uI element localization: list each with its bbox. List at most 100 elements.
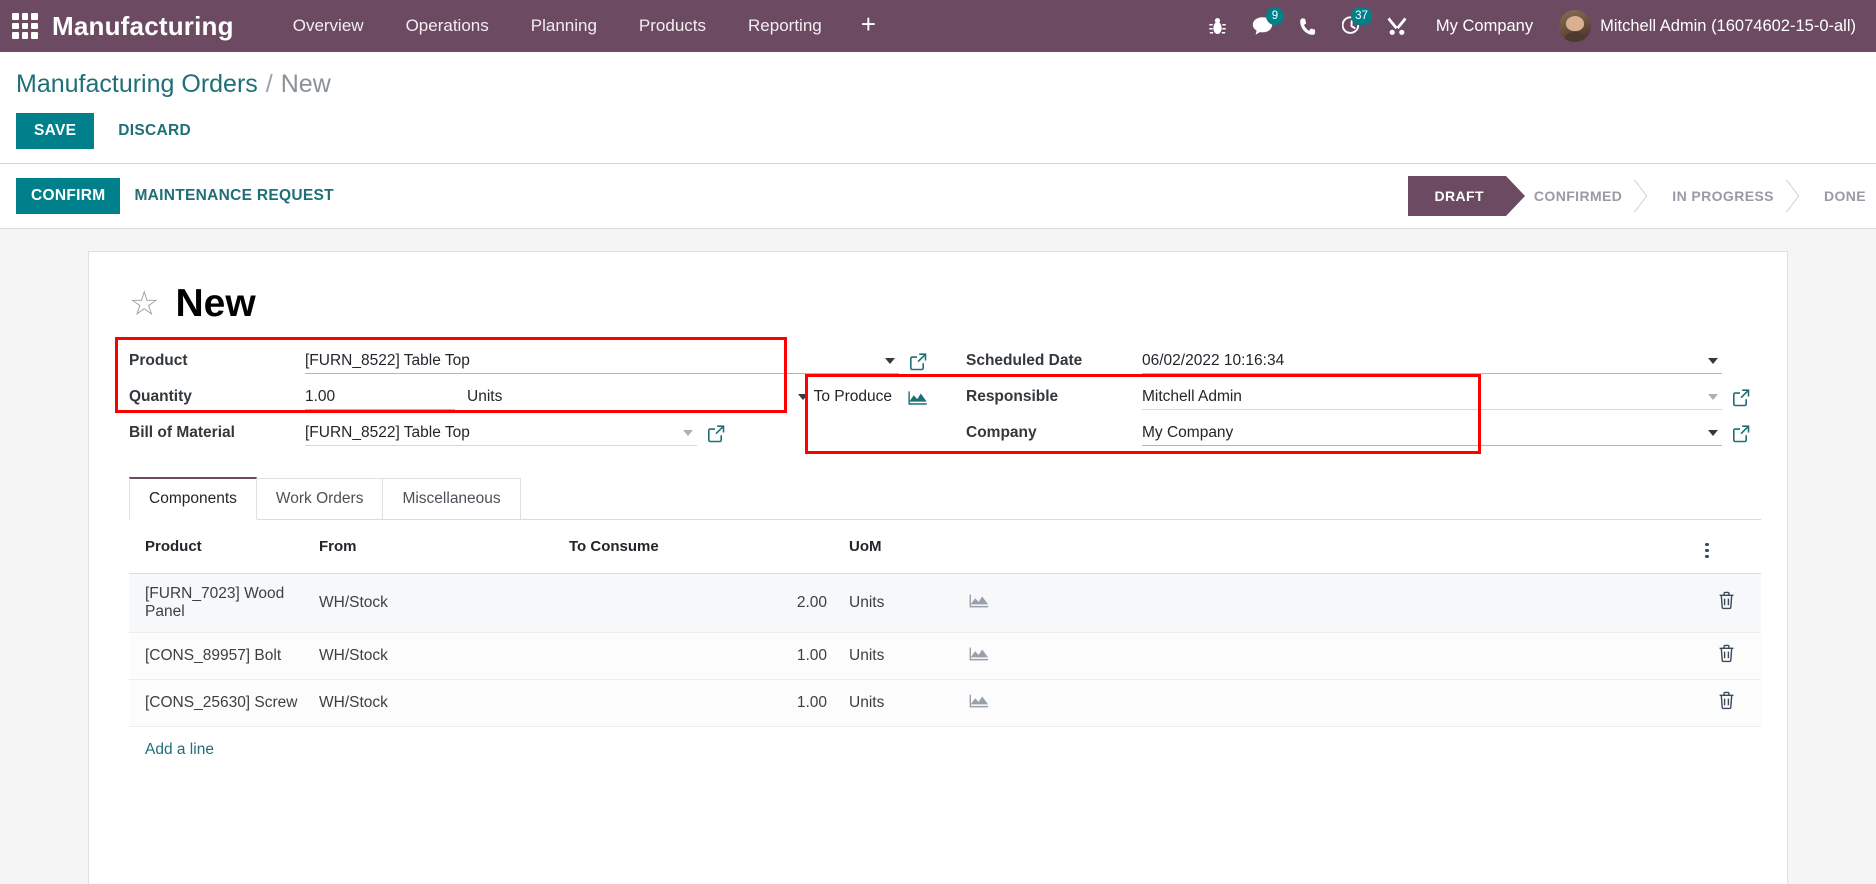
product-value[interactable]: [FURN_8522] Table Top — [305, 352, 879, 370]
quantity-field[interactable]: 1.00 — [305, 384, 455, 410]
responsible-internal-link-icon[interactable] — [1732, 388, 1751, 407]
bill-of-material-field[interactable]: [FURN_8522] Table Top — [305, 420, 697, 446]
column-header-forecast — [969, 520, 1299, 574]
quantity-value[interactable]: 1.00 — [305, 388, 451, 406]
trash-icon[interactable] — [1718, 644, 1735, 667]
row-uom[interactable]: Units — [849, 573, 969, 633]
vertical-dots-icon[interactable] — [1699, 541, 1715, 561]
maintenance-request-button[interactable]: MAINTENANCE REQUEST — [120, 178, 347, 214]
nav-item-reporting[interactable]: Reporting — [727, 6, 843, 46]
field-row-company: Company My Company — [952, 415, 1751, 451]
row-spacer — [1299, 632, 1699, 680]
responsible-label: Responsible — [966, 388, 1059, 405]
field-row-scheduled-date: Scheduled Date 06/02/2022 10:16:34 — [952, 343, 1751, 379]
company-field[interactable]: My Company — [1142, 420, 1722, 446]
column-header-product: Product — [129, 520, 319, 574]
status-step-draft[interactable]: DRAFT — [1408, 176, 1526, 216]
row-product[interactable]: [FURN_7023] Wood Panel — [129, 573, 319, 633]
messages-icon[interactable]: 9 — [1239, 7, 1286, 43]
avatar — [1559, 10, 1592, 42]
table-row[interactable]: [CONS_89957] Bolt WH/Stock 1.00 Units — [129, 632, 1761, 680]
phone-icon[interactable] — [1286, 9, 1329, 43]
developer-tools-icon[interactable] — [1374, 9, 1420, 43]
row-product[interactable]: [CONS_25630] Screw — [129, 679, 319, 727]
nav-item-overview[interactable]: Overview — [272, 6, 385, 46]
confirm-button[interactable]: CONFIRM — [16, 178, 121, 214]
nav-item-products[interactable]: Products — [618, 6, 727, 46]
row-delete-cell[interactable] — [1699, 679, 1761, 727]
area-chart-icon[interactable] — [969, 647, 990, 666]
column-header-from: From — [319, 520, 569, 574]
row-forecast-cell[interactable] — [969, 632, 1299, 680]
company-value[interactable]: My Company — [1142, 424, 1702, 442]
debug-bug-icon[interactable] — [1196, 9, 1239, 43]
user-name-label: Mitchell Admin (16074602-15-0-all) — [1600, 16, 1856, 35]
row-uom[interactable]: Units — [849, 679, 969, 727]
table-row[interactable]: [CONS_25630] Screw WH/Stock 1.00 Units — [129, 679, 1761, 727]
scheduled-date-value[interactable]: 06/02/2022 10:16:34 — [1142, 352, 1702, 370]
row-forecast-cell[interactable] — [969, 573, 1299, 633]
responsible-field[interactable]: Mitchell Admin — [1142, 384, 1722, 410]
status-step-done[interactable]: DONE — [1796, 176, 1876, 216]
row-product[interactable]: [CONS_89957] Bolt — [129, 632, 319, 680]
app-brand-title[interactable]: Manufacturing — [52, 11, 234, 42]
tab-work-orders[interactable]: Work Orders — [255, 478, 384, 520]
active-company-name[interactable]: My Company — [1420, 9, 1549, 44]
tab-components[interactable]: Components — [129, 477, 257, 520]
tabs-filler — [519, 519, 1761, 520]
trash-icon[interactable] — [1718, 691, 1735, 714]
row-delete-cell[interactable] — [1699, 632, 1761, 680]
user-menu[interactable]: Mitchell Admin (16074602-15-0-all) — [1549, 6, 1862, 46]
to-produce-label: To Produce — [813, 388, 892, 405]
add-a-line-button[interactable]: Add a line — [129, 727, 214, 773]
nav-item-operations[interactable]: Operations — [385, 6, 510, 46]
scheduled-date-chevron-down-icon[interactable] — [1708, 357, 1718, 364]
area-chart-icon[interactable] — [969, 594, 990, 613]
row-from[interactable]: WH/Stock — [319, 679, 569, 727]
status-step-confirmed[interactable]: CONFIRMED — [1506, 176, 1644, 216]
quantity-label: Quantity — [129, 388, 192, 405]
quantity-forecast-area-chart-icon[interactable] — [908, 389, 928, 406]
status-step-in-progress[interactable]: IN PROGRESS — [1644, 176, 1796, 216]
scheduled-date-field[interactable]: 06/02/2022 10:16:34 — [1142, 348, 1722, 374]
row-uom[interactable]: Units — [849, 632, 969, 680]
nav-item-planning[interactable]: Planning — [510, 6, 618, 46]
row-from[interactable]: WH/Stock — [319, 573, 569, 633]
product-internal-link-icon[interactable] — [909, 352, 928, 371]
discard-button[interactable]: DISCARD — [104, 113, 205, 149]
company-chevron-down-icon[interactable] — [1708, 429, 1718, 436]
form-sheet: ☆ New Product [FURN_8522] Table Top Quan… — [88, 251, 1788, 884]
activities-clock-icon[interactable]: 37 — [1329, 7, 1374, 43]
row-to-consume[interactable]: 1.00 — [569, 632, 849, 680]
responsible-chevron-down-icon[interactable] — [1708, 393, 1718, 400]
quantity-uom-chevron-down-icon[interactable] — [797, 394, 808, 400]
save-button[interactable]: SAVE — [16, 113, 95, 149]
row-from[interactable]: WH/Stock — [319, 632, 569, 680]
table-row[interactable]: [FURN_7023] Wood Panel WH/Stock 2.00 Uni… — [129, 573, 1761, 633]
trash-icon[interactable] — [1718, 591, 1735, 614]
field-row-bill-of-material: Bill of Material [FURN_8522] Table Top — [115, 415, 928, 451]
row-spacer — [1299, 573, 1699, 633]
tab-miscellaneous[interactable]: Miscellaneous — [382, 478, 521, 520]
add-shortcut-plus-icon[interactable]: + — [843, 9, 894, 43]
table-header-row: Product From To Consume UoM — [129, 520, 1761, 574]
bom-internal-link-icon[interactable] — [707, 424, 726, 443]
chevron-down-icon[interactable] — [885, 357, 895, 364]
row-to-consume[interactable]: 2.00 — [569, 573, 849, 633]
bill-of-material-value[interactable]: [FURN_8522] Table Top — [305, 424, 677, 442]
area-chart-icon[interactable] — [969, 694, 990, 713]
favorite-star-icon[interactable]: ☆ — [129, 287, 159, 321]
notebook-tabs: Components Work Orders Miscellaneous — [129, 477, 1761, 520]
row-to-consume[interactable]: 1.00 — [569, 679, 849, 727]
responsible-value[interactable]: Mitchell Admin — [1142, 388, 1702, 406]
apps-grid-icon[interactable] — [10, 11, 40, 41]
form-column-right: Scheduled Date 06/02/2022 10:16:34 Respo… — [938, 343, 1761, 451]
bill-of-material-label: Bill of Material — [129, 424, 235, 441]
bom-chevron-down-icon[interactable] — [683, 429, 693, 436]
breadcrumb-root[interactable]: Manufacturing Orders — [16, 70, 258, 99]
row-delete-cell[interactable] — [1699, 573, 1761, 633]
row-forecast-cell[interactable] — [969, 679, 1299, 727]
company-internal-link-icon[interactable] — [1732, 424, 1751, 443]
column-options-toggle[interactable] — [1699, 520, 1761, 574]
product-field[interactable]: [FURN_8522] Table Top — [305, 348, 899, 374]
